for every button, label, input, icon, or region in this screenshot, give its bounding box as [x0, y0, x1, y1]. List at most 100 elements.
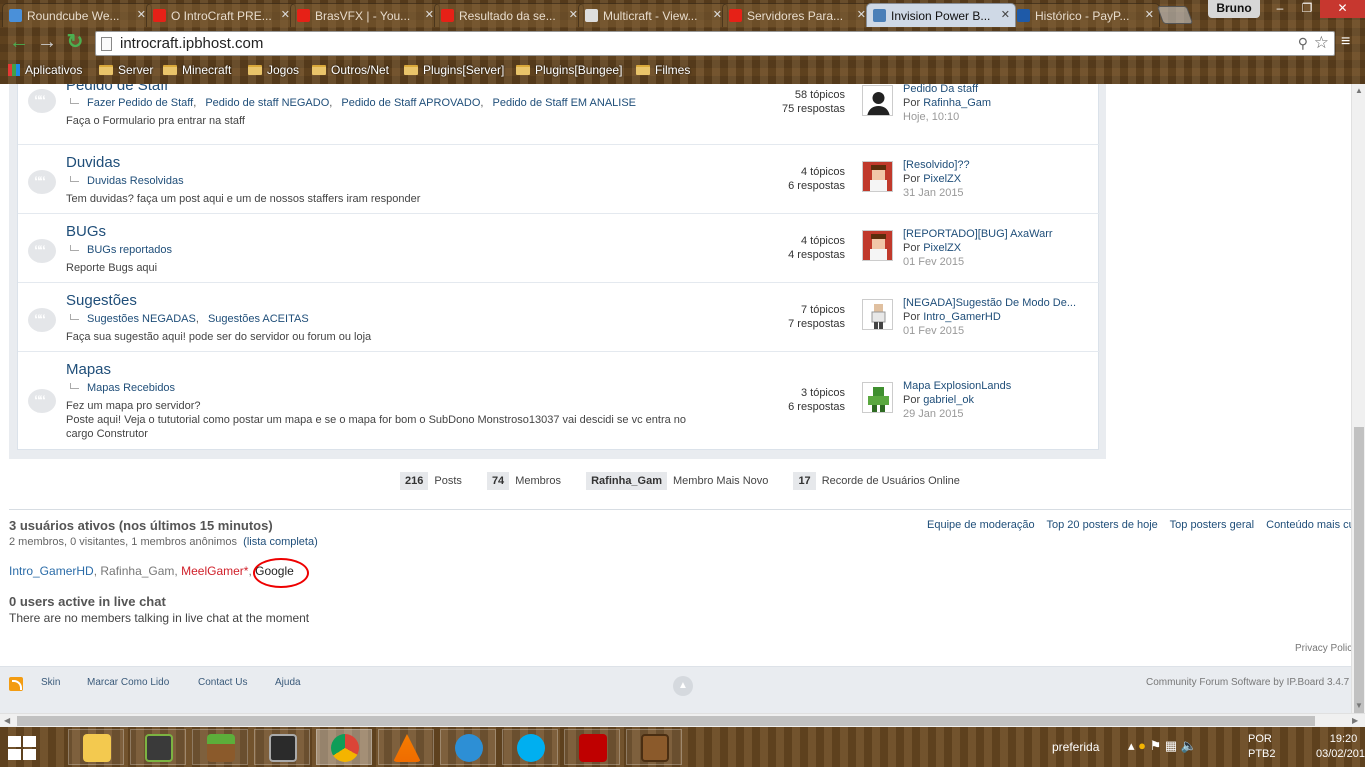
tab-invision-power[interactable]: Invision Power B... ✕: [866, 3, 1016, 27]
last-post-author[interactable]: PixelZX: [923, 242, 961, 254]
last-post-title[interactable]: [NEGADA]Sugestão De Modo De...: [903, 296, 1076, 310]
show-hidden-icons-icon[interactable]: ▴: [1128, 738, 1135, 753]
last-post-author[interactable]: gabriel_ok: [923, 394, 974, 406]
subforum-link[interactable]: Pedido de Staff APROVADO: [341, 97, 480, 109]
subforum-link[interactable]: Sugestões ACEITAS: [208, 313, 309, 325]
taskbar-explorer[interactable]: [68, 729, 124, 765]
bookmark-outros[interactable]: Outros/Net: [312, 63, 389, 77]
subforum-link[interactable]: Sugestões NEGADAS: [87, 313, 196, 325]
last-post-title[interactable]: Mapa ExplosionLands: [903, 379, 1011, 393]
taskbar-filezilla[interactable]: [564, 729, 620, 765]
close-icon[interactable]: ✕: [137, 8, 146, 21]
avatar[interactable]: [862, 85, 893, 116]
subforum-link[interactable]: Mapas Recebidos: [87, 382, 175, 394]
scroll-down-arrow-icon[interactable]: ▼: [1355, 701, 1363, 710]
close-icon[interactable]: ✕: [569, 8, 578, 21]
forum-title[interactable]: Duvidas: [66, 154, 120, 171]
subforum-link[interactable]: BUGs reportados: [87, 244, 172, 256]
taskbar-minecraft-launcher[interactable]: [130, 729, 186, 765]
avatar[interactable]: [862, 299, 893, 330]
minimize-button[interactable]: –: [1266, 0, 1294, 18]
taskbar-chrome[interactable]: [316, 729, 372, 765]
subforum-link[interactable]: Fazer Pedido de Staff: [87, 97, 193, 109]
tab-multicraft[interactable]: Multicraft - View... ✕: [578, 3, 728, 27]
tab-roundcube[interactable]: Roundcube We... ✕: [2, 3, 152, 27]
avatar[interactable]: [862, 382, 893, 413]
input-language[interactable]: POR PTB2: [1248, 732, 1276, 762]
moderation-team-link[interactable]: Equipe de moderação: [927, 519, 1035, 531]
bookmark-filmes[interactable]: Filmes: [636, 63, 690, 77]
back-to-top-icon[interactable]: ▲: [673, 676, 693, 696]
close-icon[interactable]: ✕: [281, 8, 290, 21]
user-link[interactable]: Intro_GamerHD: [9, 564, 94, 578]
taskbar-crafting[interactable]: [626, 729, 682, 765]
tab-servidores[interactable]: Servidores Para... ✕: [722, 3, 872, 27]
last-post-title[interactable]: Pedido Da staff: [903, 84, 991, 96]
newest-member[interactable]: Rafinha_Gam: [586, 472, 668, 490]
subforum-link[interactable]: Pedido de Staff EM ANALISE: [493, 97, 637, 109]
vertical-scrollbar[interactable]: ▲ ▼: [1351, 84, 1365, 732]
close-window-button[interactable]: ✕: [1320, 0, 1365, 18]
full-list-link[interactable]: (lista completa): [243, 536, 318, 548]
close-icon[interactable]: ✕: [1001, 8, 1010, 21]
privacy-policy-link[interactable]: Privacy Policy: [1295, 643, 1351, 654]
network-icon[interactable]: ▦: [1165, 738, 1177, 753]
taskbar-vlc[interactable]: [378, 729, 434, 765]
forum-title[interactable]: BUGs: [66, 223, 106, 240]
tab-brasvfx[interactable]: BrasVFX | - You... ✕: [290, 3, 440, 27]
forum-title[interactable]: Pedido de Staff: [66, 84, 168, 94]
taskbar-minecraft[interactable]: [192, 729, 248, 765]
profile-badge[interactable]: Bruno: [1208, 0, 1260, 18]
notification-icon[interactable]: ●: [1138, 738, 1146, 753]
maximize-button[interactable]: ❐: [1294, 0, 1320, 18]
rss-icon[interactable]: [9, 677, 23, 691]
zoom-icon[interactable]: ⚲: [1298, 35, 1308, 52]
menu-icon[interactable]: ≡: [1341, 34, 1350, 50]
clock[interactable]: 19:20 03/02/2015: [1316, 732, 1365, 762]
close-icon[interactable]: ✕: [425, 8, 434, 21]
reload-icon[interactable]: ↻: [62, 31, 88, 55]
tab-resultado[interactable]: Resultado da se... ✕: [434, 3, 584, 27]
scrollbar-thumb[interactable]: [1354, 427, 1364, 732]
bookmark-apps[interactable]: Aplicativos: [8, 63, 82, 77]
forum-title[interactable]: Mapas: [66, 361, 111, 378]
scrollbar-thumb[interactable]: [17, 716, 1315, 726]
tab-paypal[interactable]: Histórico - PayP... ✕: [1010, 3, 1160, 27]
subforum-link[interactable]: Pedido de staff NEGADO: [205, 97, 329, 109]
close-icon[interactable]: ✕: [857, 8, 866, 21]
tab-introcraft-youtube[interactable]: O IntroCraft PRE... ✕: [146, 3, 296, 27]
bookmark-server[interactable]: Server: [99, 63, 153, 77]
scroll-left-arrow-icon[interactable]: ◀: [4, 716, 10, 725]
mark-read-link[interactable]: Marcar Como Lido: [87, 677, 169, 688]
last-post-author[interactable]: PixelZX: [923, 173, 961, 185]
most-liked-link[interactable]: Conteúdo mais curtido: [1266, 519, 1351, 531]
bookmark-plugins-bungee[interactable]: Plugins[Bungee]: [516, 63, 622, 77]
skin-link[interactable]: Skin: [41, 677, 60, 688]
forum-title[interactable]: Sugestões: [66, 292, 137, 309]
help-link[interactable]: Ajuda: [275, 677, 301, 688]
bookmark-plugins-server[interactable]: Plugins[Server]: [404, 63, 504, 77]
address-bar[interactable]: introcraft.ipbhost.com ⚲ ☆: [95, 31, 1335, 56]
last-post-title[interactable]: [Resolvido]??: [903, 158, 970, 172]
bookmark-jogos[interactable]: Jogos: [248, 63, 299, 77]
bookmark-star-icon[interactable]: ☆: [1314, 33, 1329, 53]
new-tab-button[interactable]: [1156, 6, 1194, 24]
contact-us-link[interactable]: Contact Us: [198, 677, 247, 688]
user-link[interactable]: MeelGamer*: [181, 564, 248, 578]
top-posters-link[interactable]: Top posters geral: [1170, 519, 1254, 531]
scroll-right-arrow-icon[interactable]: ▶: [1352, 716, 1358, 725]
tray-label[interactable]: preferida: [1052, 740, 1099, 754]
scroll-up-arrow-icon[interactable]: ▲: [1355, 86, 1363, 95]
windows-start-icon[interactable]: [8, 736, 38, 760]
bookmark-minecraft[interactable]: Minecraft: [163, 63, 231, 77]
flag-icon[interactable]: ⚑: [1150, 738, 1162, 753]
top20-today-link[interactable]: Top 20 posters de hoje: [1047, 519, 1158, 531]
last-post-title[interactable]: [REPORTADO][BUG] AxaWarr: [903, 227, 1053, 241]
forward-arrow-icon[interactable]: →: [34, 31, 60, 55]
back-arrow-icon[interactable]: ←: [6, 31, 32, 55]
taskbar-teamviewer[interactable]: [440, 729, 496, 765]
last-post-author[interactable]: Rafinha_Gam: [923, 97, 991, 109]
avatar[interactable]: [862, 230, 893, 261]
subforum-link[interactable]: Duvidas Resolvidas: [87, 175, 184, 187]
volume-icon[interactable]: 🔈: [1181, 738, 1197, 753]
